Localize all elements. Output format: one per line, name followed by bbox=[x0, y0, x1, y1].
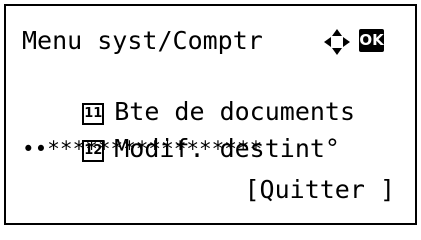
separator-line: ••***************** bbox=[22, 138, 263, 160]
menu-title: Menu syst/Comptr bbox=[22, 26, 263, 55]
four-way-arrows-icon bbox=[324, 29, 350, 55]
ok-icon[interactable]: OK bbox=[359, 29, 384, 52]
quit-button[interactable]: [Quitter ] bbox=[244, 173, 395, 207]
menu-item-document-box[interactable]: 11 Bte de documents bbox=[22, 61, 355, 126]
menu-item-edit-destination[interactable]: 12 Modif. destint° bbox=[22, 98, 340, 163]
lcd-display: Menu syst/Comptr OK 11 Bte de documents 1… bbox=[4, 4, 417, 225]
